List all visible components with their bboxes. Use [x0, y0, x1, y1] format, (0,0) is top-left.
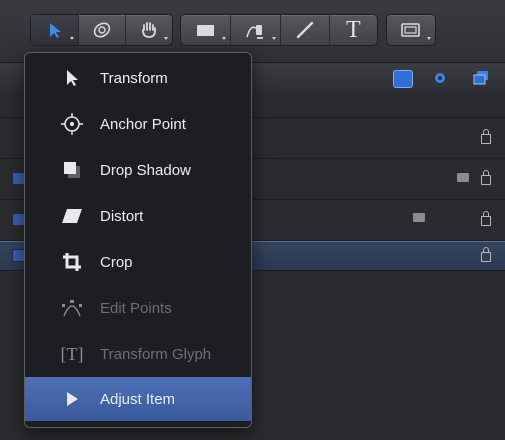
pan-tool-button[interactable]	[126, 15, 172, 45]
arrow-pointer-icon	[49, 23, 61, 38]
gear-icon[interactable]	[431, 70, 449, 86]
pen-bezier-icon	[246, 25, 263, 39]
brush-icon	[296, 21, 314, 39]
hand-icon	[142, 22, 156, 38]
checkerboard-icon[interactable]	[393, 70, 413, 88]
edit-points-icon	[59, 296, 85, 320]
menu-item-crop[interactable]: Crop	[25, 242, 251, 282]
menu-item-drop-shadow[interactable]: Drop Shadow	[25, 150, 251, 190]
menu-item-distort[interactable]: Distort	[25, 196, 251, 236]
menu-item-label: Anchor Point	[100, 116, 186, 133]
rectangle-tool-button[interactable]	[181, 15, 232, 45]
chevron-down-icon	[164, 37, 168, 40]
menu-item-anchor-point[interactable]: Anchor Point	[25, 104, 251, 144]
lock-icon[interactable]	[481, 211, 491, 226]
lock-icon[interactable]	[481, 129, 491, 144]
transform-glyph-icon: [T]	[60, 343, 84, 364]
orbit-tool-button[interactable]	[79, 15, 126, 45]
menu-item-transform[interactable]: Transform	[25, 58, 251, 98]
layers-icon[interactable]	[472, 70, 490, 86]
text-tool-button[interactable]: T	[330, 15, 377, 45]
bezier-tool-button[interactable]	[231, 15, 282, 45]
menu-item-label: Transform	[100, 70, 168, 87]
anchor-point-icon	[59, 112, 85, 136]
text-tool-icon: T	[346, 16, 361, 43]
tool-group-navigation	[30, 14, 173, 46]
drop-shadow-icon	[59, 158, 85, 182]
tool-group-shapes: T	[180, 14, 378, 46]
arrow-pointer-icon	[59, 66, 85, 90]
chevron-down-icon	[427, 37, 431, 40]
layer-type-icon	[413, 213, 425, 222]
mask-tool-button[interactable]	[387, 15, 435, 45]
rectangle-icon	[196, 25, 214, 36]
menu-item-transform-glyph: [T] Transform Glyph	[25, 334, 251, 374]
select-transform-tool-button[interactable]	[31, 15, 79, 45]
tool-group-mask	[386, 14, 436, 46]
transform-tools-menu: Transform Anchor Point Drop Shadow Disto…	[24, 52, 252, 428]
menu-item-label: Distort	[100, 208, 144, 225]
menu-item-label: Adjust Item	[100, 391, 176, 408]
crop-icon	[59, 250, 85, 274]
distort-icon	[59, 204, 85, 228]
orbit-icon	[93, 22, 111, 38]
menu-item-adjust-item[interactable]: Adjust Item	[25, 377, 251, 421]
lock-icon[interactable]	[481, 247, 491, 262]
menu-item-label: Edit Points	[100, 300, 172, 317]
chevron-down-icon	[222, 37, 227, 40]
paint-stroke-tool-button[interactable]	[281, 15, 330, 45]
layer-type-icon	[457, 173, 469, 182]
chevron-down-icon	[272, 37, 277, 40]
menu-item-edit-points: Edit Points	[25, 288, 251, 328]
chevron-down-icon	[70, 37, 74, 40]
mask-rectangle-icon	[401, 23, 420, 37]
menu-item-label: Drop Shadow	[100, 162, 191, 179]
menu-item-label: Crop	[100, 254, 133, 271]
lock-icon[interactable]	[481, 170, 491, 185]
menu-item-label: Transform Glyph	[100, 346, 212, 363]
adjust-item-icon	[59, 387, 85, 411]
